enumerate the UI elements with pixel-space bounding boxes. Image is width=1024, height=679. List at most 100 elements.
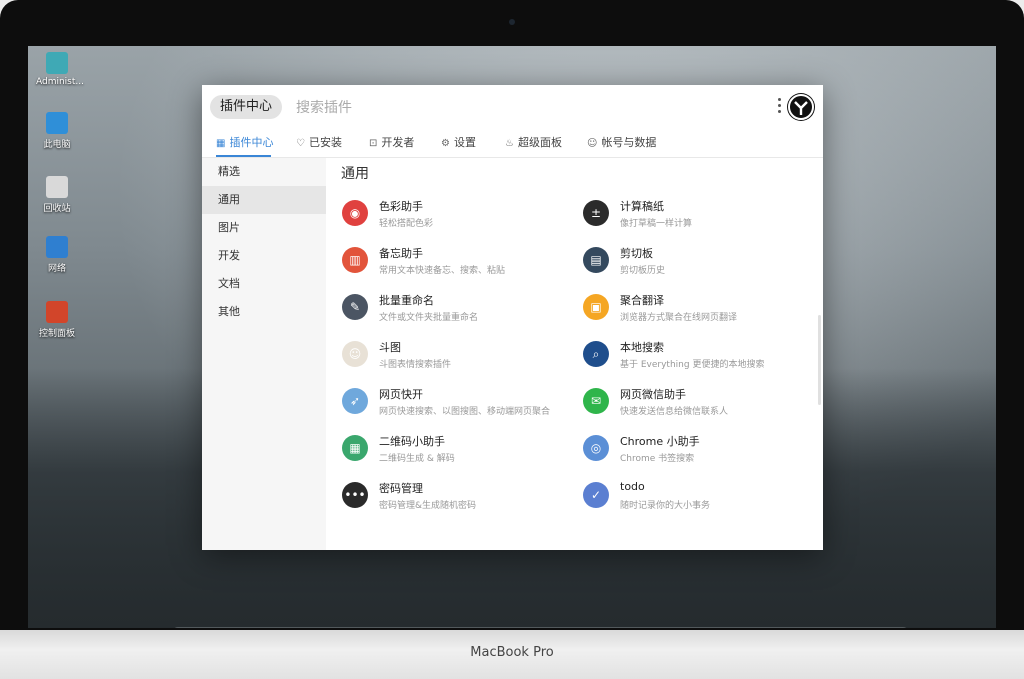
- top-bar: 插件中心: [202, 85, 823, 130]
- plugin-description: 网页快速搜索、以图搜图、移动端网页聚合: [379, 407, 551, 417]
- plugin-name: 色彩助手: [379, 200, 423, 213]
- desktop-icon-label: 控制面板: [38, 329, 75, 339]
- plugin-icon: ➶: [342, 388, 368, 414]
- tab-label: 超级面板: [517, 136, 562, 149]
- plugin-description: 基于 Everything 更便捷的本地搜索: [620, 360, 765, 370]
- plugin-item[interactable]: ✉ 网页微信助手快速发送信息给微信联系人: [583, 384, 813, 424]
- desktop-icon[interactable]: 控制面板: [36, 301, 78, 339]
- tab-1[interactable]: ♡ 已安装: [296, 130, 346, 156]
- desktop-icon-label: 回收站: [43, 204, 71, 214]
- plugin-name: 计算稿纸: [620, 200, 664, 213]
- desktop-screen: Administ...此电脑回收站网络控制面板 插件中心 ▦插件中心♡已安装⊡开…: [28, 46, 996, 628]
- tab-label: 开发者: [381, 136, 415, 149]
- desktop-icon-label: 网络: [47, 264, 66, 274]
- plugin-item[interactable]: ✓ todo 随时记录你的大小事务: [583, 478, 813, 518]
- plugin-item[interactable]: ◎ Chrome 小助手 Chrome 书签搜索: [583, 431, 813, 471]
- sidebar-item[interactable]: 文档: [202, 270, 326, 298]
- tab-2[interactable]: ⊡ 开发者: [369, 130, 419, 156]
- plugin-item[interactable]: ▣ 聚合翻译 浏览器方式聚合在线网页翻译: [583, 290, 813, 330]
- tab-label: 设置: [453, 136, 476, 149]
- tab-5[interactable]: ☺ 帐号与数据: [587, 130, 659, 156]
- tab-icon: ⚙: [441, 138, 450, 149]
- dock: ☺➶◉✉◕♫➤▲⟩◈✿▣⚙A◭WXPN▯: [172, 627, 909, 628]
- plugin-item[interactable]: ◉ 色彩助手轻松搭配色彩: [342, 196, 572, 236]
- tab-label: 帐号与数据: [601, 136, 657, 149]
- sidebar-item[interactable]: 精选: [202, 158, 326, 186]
- plugin-icon: ⌕: [583, 341, 609, 367]
- section-title: 通用: [341, 166, 369, 182]
- more-menu-icon[interactable]: [778, 98, 782, 116]
- plugin-center-chip[interactable]: 插件中心: [210, 95, 283, 119]
- desktop-icon[interactable]: 此电脑: [36, 112, 78, 150]
- plugin-icon: ±: [583, 200, 609, 226]
- plugin-description: 常用文本快速备忘、搜索、粘贴: [379, 266, 506, 276]
- tab-icon: ♡: [296, 138, 305, 149]
- tab-icon: ⊡: [369, 138, 378, 149]
- plugin-icon: ▤: [583, 247, 609, 273]
- desktop-app-icon: [46, 301, 68, 323]
- plugin-description: 像打草稿一样计算: [620, 219, 693, 229]
- plugin-icon: ▦: [342, 435, 368, 461]
- plugin-icon: ▥: [342, 247, 368, 273]
- plugin-item[interactable]: ⌕ 本地搜索基于 Everything 更便捷的本地搜索: [583, 337, 813, 377]
- plugin-description: 剪切板历史: [620, 266, 666, 276]
- plugin-description: 浏览器方式聚合在线网页翻译: [620, 313, 738, 323]
- desktop-icon-label: Administ...: [36, 77, 84, 87]
- desktop-icon[interactable]: 回收站: [36, 176, 78, 214]
- plugin-icon: ◉: [342, 200, 368, 226]
- tab-4[interactable]: ♨ 超级面板: [505, 130, 565, 156]
- plugin-name: Chrome 小助手: [620, 435, 700, 448]
- plugin-item[interactable]: ••• 密码管理 密码管理&生成随机密码: [342, 478, 572, 518]
- app-logo-icon[interactable]: [787, 93, 815, 121]
- plugin-name: 密码管理: [379, 482, 423, 495]
- plugin-icon: ✉: [583, 388, 609, 414]
- plugin-description: 文件或文件夹批量重命名: [379, 313, 479, 323]
- tab-3[interactable]: ⚙ 设置: [441, 130, 481, 156]
- plugin-icon: ◎: [583, 435, 609, 461]
- desktop-app-icon: [46, 176, 68, 198]
- tab-0[interactable]: ▦ 插件中心: [216, 130, 274, 157]
- plugin-name: 二维码小助手: [379, 435, 445, 448]
- sidebar-item[interactable]: 通用: [202, 186, 326, 214]
- plugin-item[interactable]: ☺ 斗图 斗图表情搜索插件: [342, 337, 572, 377]
- tab-label: 插件中心: [229, 136, 274, 149]
- plugin-description: Chrome 书签搜索: [620, 454, 695, 464]
- camera: [509, 19, 515, 25]
- search-input[interactable]: [294, 95, 698, 121]
- desktop-icon[interactable]: Administ...: [36, 52, 84, 87]
- laptop-lid: Administ...此电脑回收站网络控制面板 插件中心 ▦插件中心♡已安装⊡开…: [0, 0, 1024, 640]
- tab-icon: ♨: [505, 138, 514, 149]
- plugin-name: 备忘助手: [379, 247, 423, 260]
- plugin-name: todo: [620, 480, 645, 493]
- plugin-icon: ✓: [583, 482, 609, 508]
- desktop-app-icon: [46, 52, 68, 74]
- sidebar-item[interactable]: 开发: [202, 242, 326, 270]
- plugin-icon: ▣: [583, 294, 609, 320]
- desktop-app-icon: [46, 112, 68, 134]
- plugin-name: 批量重命名: [379, 294, 434, 307]
- plugin-list: 通用 ◉ 色彩助手轻松搭配色彩 ▥ 备忘助手常用文本快速备忘、搜索、粘贴 ✎ 批量重命名文…: [326, 158, 823, 550]
- tab-label: 已安装: [308, 136, 342, 149]
- tab-icon: ☺: [587, 138, 598, 149]
- plugin-item[interactable]: ✎ 批量重命名文件或文件夹批量重命名: [342, 290, 572, 330]
- sidebar-item[interactable]: 图片: [202, 214, 326, 242]
- plugin-description: 快速发送信息给微信联系人: [620, 407, 729, 417]
- plugin-name: 斗图: [379, 341, 401, 354]
- tab-icon: ▦: [216, 138, 226, 149]
- desktop-icon-label: 此电脑: [43, 140, 71, 150]
- brand-label: MacBook Pro: [470, 645, 554, 660]
- plugin-description: 轻松搭配色彩: [379, 219, 434, 229]
- sidebar-item[interactable]: 其他: [202, 298, 326, 326]
- plugin-item[interactable]: ± 计算稿纸像打草稿一样计算: [583, 196, 813, 236]
- plugin-name: 本地搜索: [620, 341, 664, 354]
- category-sidebar: 精选 通用 图片 开发 文档 其他: [202, 158, 326, 550]
- plugin-item[interactable]: ▥ 备忘助手常用文本快速备忘、搜索、粘贴: [342, 243, 572, 283]
- tab-bar: ▦ 插件中心 ♡ 已安装 ⊡ 开发者 ⚙ 设置 ♨ 超级面板 ☺ 帐号与数据: [202, 130, 823, 158]
- plugin-item[interactable]: ▤ 剪切板 剪切板历史: [583, 243, 813, 283]
- plugin-item[interactable]: ▦ 二维码小助手 二维码生成 & 解码: [342, 431, 572, 471]
- plugin-name: 网页微信助手: [620, 388, 686, 401]
- desktop-icon[interactable]: 网络: [36, 236, 78, 274]
- plugin-icon: ✎: [342, 294, 368, 320]
- plugin-item[interactable]: ➶ 网页快开 网页快速搜索、以图搜图、移动端网页聚合: [342, 384, 572, 424]
- scrollbar[interactable]: [818, 315, 821, 405]
